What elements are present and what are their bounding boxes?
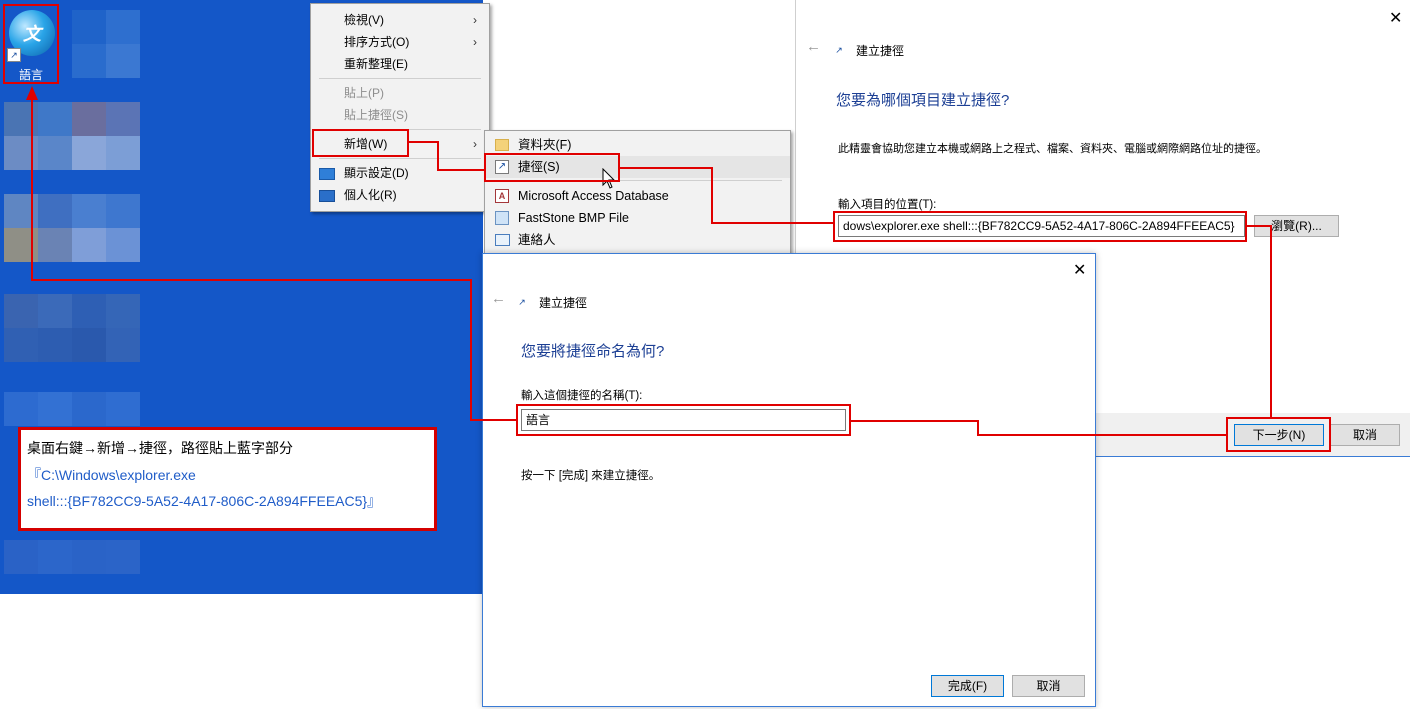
connector-name-to-desktop-icon: [31, 96, 516, 421]
connector-shortcut-to-location: [620, 167, 833, 224]
connector-new-to-shortcut: [409, 141, 484, 171]
connector-name-to-next: [851, 420, 1226, 436]
arrowhead-icon: [26, 86, 38, 100]
annotation-connectors: [26, 86, 1272, 436]
connector-location-to-next: [1247, 225, 1272, 417]
